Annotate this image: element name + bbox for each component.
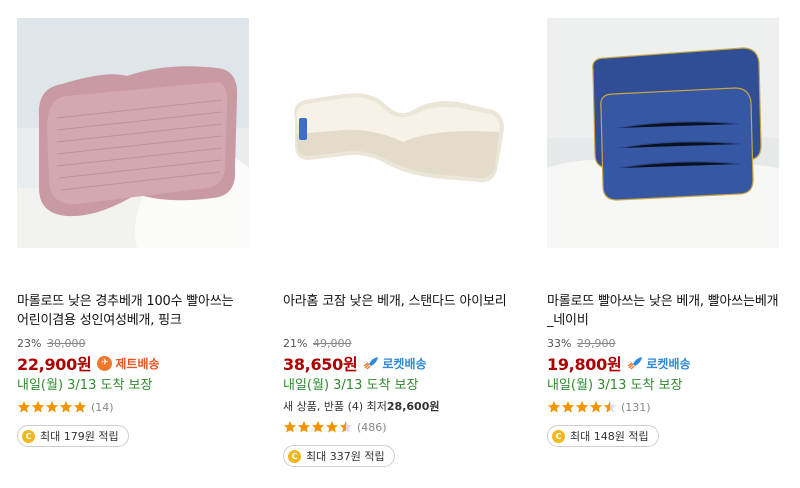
discount-rate: 23% [17,337,42,350]
sale-price: 22,900원 [17,355,92,374]
star-icon [548,401,560,413]
badge-label: 로켓배송 [646,356,691,371]
product-card[interactable]: 마롤로뜨 낮은 경추베개 100수 빨아쓰는 어린이겸용 성인여성베개, 핑크 … [17,18,249,447]
coin-icon: C [552,429,565,443]
star-icon [604,401,616,413]
price-row: 19,800원 로켓배송 [547,353,779,374]
reward-badge: C 최대 148원 적립 [547,425,659,447]
sale-price: 38,650원 [283,355,358,374]
star-icon [340,421,352,433]
reward-label: 최대 148원 적립 [570,430,649,443]
delivery-info: 내일(월) 3/13 도착 보장 [547,378,683,393]
original-price: 49,000 [312,337,352,350]
product-title[interactable]: 아라홈 코잠 낮은 베개, 스탠다드 아이보리 [283,292,515,330]
review-count: (486) [357,420,387,434]
used-item-info[interactable]: 새 상품, 반품 (4) 최저28,600원 [283,399,515,415]
star-icon [60,401,72,413]
original-price: 30,000 [46,337,86,350]
star-icon [576,401,588,413]
discount-rate: 21% [283,337,308,350]
rocket-icon [627,357,643,370]
price-row: 38,650원 로켓배송 [283,353,515,374]
reward-label: 최대 179원 적립 [40,430,119,443]
delivery-info: 내일(월) 3/13 도착 보장 [17,378,153,393]
star-icon [74,401,86,413]
product-image[interactable] [283,18,515,248]
star-icon [312,421,324,433]
discount-row: 33% 29,900 [547,337,779,351]
star-rating [17,400,87,414]
product-card[interactable]: 마롤로뜨 빨아쓰는 낮은 베개, 빨아쓰는베개_네이비 33% 29,900 1… [547,18,779,447]
price-row: 22,900원 ✈ 제트배송 [17,353,249,374]
star-rating [283,420,353,434]
used-item-label: 새 상품, 반품 (4) 최저 [283,400,387,413]
discount-row: 23% 30,000 [17,337,249,351]
rating-row: (486) [283,419,515,435]
star-icon [562,401,574,413]
review-count: (14) [91,400,114,414]
star-icon [326,421,338,433]
jet-delivery-badge: ✈ 제트배송 [97,355,160,372]
sale-price: 19,800원 [547,355,622,374]
reward-badge: C 최대 337원 적립 [283,445,395,467]
rocket-delivery-badge: 로켓배송 [627,355,691,372]
star-icon [298,421,310,433]
product-title[interactable]: 마롤로뜨 빨아쓰는 낮은 베개, 빨아쓰는베개_네이비 [547,292,779,330]
review-count: (131) [621,400,651,414]
rating-row: (131) [547,399,779,415]
used-item-price: 28,600원 [386,400,440,413]
rating-row: (14) [17,399,249,415]
star-icon [18,401,30,413]
coin-icon: C [288,449,301,463]
star-icon [284,421,296,433]
product-image[interactable] [17,18,249,248]
badge-label: 로켓배송 [382,356,427,371]
rocket-icon [363,357,379,370]
jet-delivery-icon: ✈ [97,355,113,371]
coin-icon: C [22,429,35,443]
delivery-info: 내일(월) 3/13 도착 보장 [283,378,419,393]
star-icon [32,401,44,413]
rocket-delivery-badge: 로켓배송 [363,355,427,372]
star-rating [547,400,617,414]
star-icon [590,401,602,413]
reward-badge: C 최대 179원 적립 [17,425,129,447]
badge-label: 제트배송 [115,356,160,371]
discount-rate: 33% [547,337,572,350]
product-card[interactable]: 아라홈 코잠 낮은 베개, 스탠다드 아이보리 21% 49,000 38,65… [283,18,515,467]
star-icon [46,401,58,413]
reward-label: 최대 337원 적립 [306,450,385,463]
discount-row: 21% 49,000 [283,337,515,351]
product-title[interactable]: 마롤로뜨 낮은 경추베개 100수 빨아쓰는 어린이겸용 성인여성베개, 핑크 [17,292,249,330]
original-price: 29,900 [576,337,616,350]
product-image[interactable] [547,18,779,248]
